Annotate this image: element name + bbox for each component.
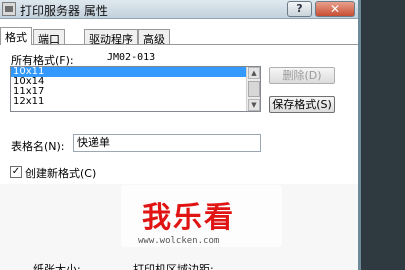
window-title: 打印服务器 属性 bbox=[20, 4, 108, 18]
watermark-logo: 我乐看 bbox=[142, 200, 236, 234]
format-id: JM02-013 bbox=[107, 52, 156, 63]
tab-ports[interactable]: 端口 bbox=[33, 29, 65, 46]
title-bar: 打印服务器 属性 ? ✕ bbox=[0, 0, 358, 19]
table-name-input[interactable]: 快递单 bbox=[73, 134, 261, 152]
scroll-thumb[interactable] bbox=[248, 81, 260, 97]
tab-drivers[interactable]: 驱动程序 bbox=[84, 29, 138, 46]
help-button[interactable]: ? bbox=[287, 1, 312, 17]
create-new-label: 创建新格式(C) bbox=[25, 167, 97, 180]
close-button[interactable]: ✕ bbox=[315, 1, 355, 17]
print-area-label: 打印机区域边距: bbox=[133, 263, 214, 270]
background-window bbox=[358, 0, 405, 270]
tab-formats[interactable]: 格式 bbox=[0, 27, 32, 45]
printer-icon bbox=[2, 2, 16, 16]
paper-size-label: 纸张大小: bbox=[33, 263, 81, 270]
list-item[interactable]: 12x11 bbox=[11, 97, 260, 107]
list-item[interactable]: 10x11 bbox=[11, 67, 260, 77]
create-new-checkbox[interactable]: ✓ bbox=[10, 166, 22, 178]
scroll-up-icon[interactable]: ▲ bbox=[248, 67, 260, 79]
watermark-url: www.wolcken.com bbox=[138, 236, 220, 246]
table-name-label: 表格名(N): bbox=[11, 140, 65, 153]
list-item[interactable]: 10x14 bbox=[11, 77, 260, 87]
list-scrollbar[interactable]: ▲ ▼ bbox=[246, 67, 260, 111]
save-format-button[interactable]: 保存格式(S) bbox=[269, 96, 335, 113]
delete-button[interactable]: 删除(D) bbox=[269, 67, 335, 84]
scroll-down-icon[interactable]: ▼ bbox=[248, 99, 260, 111]
check-icon: ✓ bbox=[11, 166, 21, 177]
list-item[interactable]: 11x17 bbox=[11, 87, 260, 97]
tab-strip: 格式 端口 驱动程序 高级 bbox=[0, 27, 358, 46]
format-list[interactable]: 10x11 10x14 11x17 12x11 ▲ ▼ bbox=[10, 66, 261, 112]
tab-advanced[interactable]: 高级 bbox=[138, 29, 170, 46]
